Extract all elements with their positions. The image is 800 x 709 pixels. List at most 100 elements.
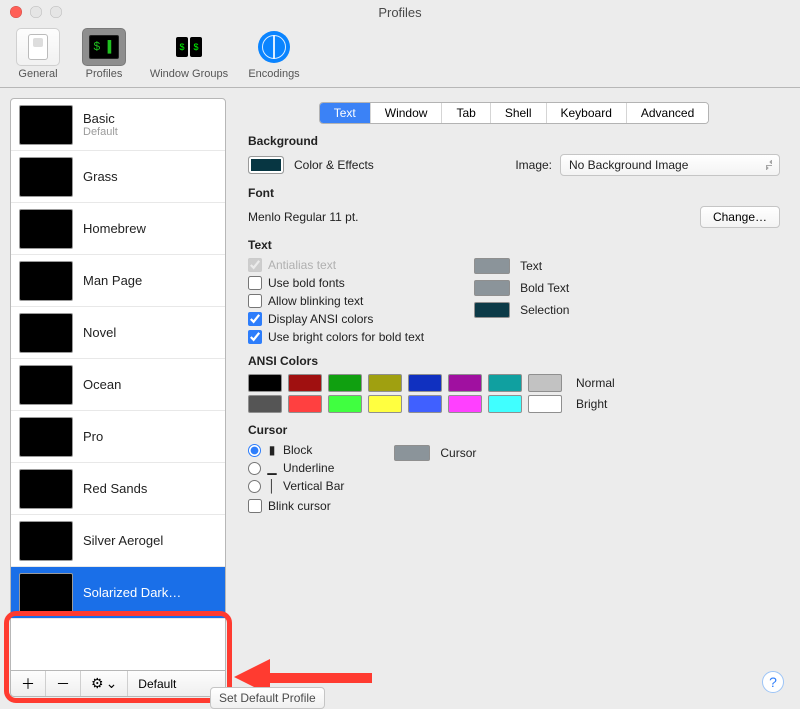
toolbar-item-label: Window Groups: [150, 68, 228, 80]
ansi-color-well[interactable]: [368, 395, 402, 413]
profile-name: Silver Aerogel: [83, 533, 163, 548]
profile-thumb: [19, 469, 73, 509]
selection-color-well[interactable]: [474, 302, 510, 318]
window-title: Profiles: [0, 5, 800, 20]
cursor-option-vbar[interactable]: │Vertical Bar: [248, 479, 344, 493]
radio-label: Block: [283, 443, 312, 457]
toolbar-item-profiles[interactable]: $ ▌ Profiles: [74, 28, 134, 80]
profile-item[interactable]: BasicDefault: [11, 99, 225, 151]
ansi-color-well[interactable]: [328, 395, 362, 413]
profile-sub: Default: [83, 126, 118, 138]
ansi-color-well[interactable]: [368, 374, 402, 392]
profile-item[interactable]: Silver Aerogel: [11, 515, 225, 567]
ansi-normal-row: Normal: [248, 374, 780, 392]
cursor-radios: ▮Block ▁ Underline │Vertical Bar: [248, 443, 344, 493]
profile-item[interactable]: Pro: [11, 411, 225, 463]
background-color-well[interactable]: [248, 156, 284, 174]
radio-label: Underline: [283, 461, 334, 475]
ansi-color-well[interactable]: [488, 395, 522, 413]
profile-list-toolbar: ＋ － ⚙︎ ⌄ Default: [10, 671, 226, 697]
chk-bold[interactable]: Use bold fonts: [248, 276, 424, 290]
checkbox[interactable]: [248, 330, 262, 344]
ansi-color-well[interactable]: [248, 374, 282, 392]
swatch-label: Selection: [520, 303, 569, 317]
chk-blinking[interactable]: Allow blinking text: [248, 294, 424, 308]
window-groups-icon: $$: [176, 37, 202, 57]
chk-blink-cursor[interactable]: Blink cursor: [248, 499, 780, 513]
toolbar-item-encodings[interactable]: Encodings: [244, 28, 304, 80]
radio[interactable]: [248, 462, 261, 475]
ansi-color-well[interactable]: [448, 395, 482, 413]
ansi-color-well[interactable]: [288, 374, 322, 392]
cursor-glyph-icon: ▁: [267, 461, 277, 475]
ansi-color-well[interactable]: [408, 374, 442, 392]
profile-item[interactable]: Red Sands: [11, 463, 225, 515]
tab-tab[interactable]: Tab: [442, 103, 490, 123]
ansi-color-well[interactable]: [248, 395, 282, 413]
checkbox[interactable]: [248, 276, 262, 290]
profile-list[interactable]: BasicDefault Grass Homebrew Man Page Novel Oc…: [10, 98, 226, 671]
chk-bright-bold[interactable]: Use bright colors for bold text: [248, 330, 424, 344]
ansi-color-well[interactable]: [528, 374, 562, 392]
profile-item[interactable]: Man Page: [11, 255, 225, 307]
profiles-sidebar: BasicDefault Grass Homebrew Man Page Novel Oc…: [10, 98, 226, 697]
profile-name: Red Sands: [83, 481, 147, 496]
tab-shell[interactable]: Shell: [491, 103, 547, 123]
ansi-color-well[interactable]: [488, 374, 522, 392]
radio[interactable]: [248, 480, 261, 493]
checkbox[interactable]: [248, 499, 262, 513]
text-color-well[interactable]: [474, 258, 510, 274]
ansi-color-well[interactable]: [288, 395, 322, 413]
profile-item[interactable]: Novel: [11, 307, 225, 359]
image-label: Image:: [515, 158, 552, 172]
toolbar-item-window-groups[interactable]: $$ Window Groups: [140, 28, 238, 80]
remove-profile-button[interactable]: －: [46, 671, 81, 696]
tab-text[interactable]: Text: [320, 103, 371, 123]
profile-thumb: [19, 157, 73, 197]
profile-thumb: [19, 105, 73, 145]
section-font: Font: [248, 186, 780, 200]
cursor-option-underline[interactable]: ▁ Underline: [248, 461, 344, 475]
bold-text-color-well[interactable]: [474, 280, 510, 296]
add-profile-button[interactable]: ＋: [11, 671, 46, 696]
radio[interactable]: [248, 444, 261, 457]
checkbox-label: Blink cursor: [268, 499, 331, 513]
toolbar-item-general[interactable]: General: [8, 28, 68, 80]
profile-item[interactable]: Grass: [11, 151, 225, 203]
profile-item[interactable]: Ocean: [11, 359, 225, 411]
ansi-color-well[interactable]: [448, 374, 482, 392]
profile-thumb: [19, 261, 73, 301]
checkbox-label: Use bold fonts: [268, 276, 345, 290]
checkbox[interactable]: [248, 294, 262, 308]
ansi-row-label: Normal: [576, 376, 615, 390]
set-default-profile-button[interactable]: Set Default Profile: [210, 687, 325, 709]
profile-name: Basic: [83, 111, 118, 126]
cursor-option-block[interactable]: ▮Block: [248, 443, 344, 457]
help-icon: ?: [769, 674, 777, 690]
cursor-color-well[interactable]: [394, 445, 430, 461]
help-button[interactable]: ?: [762, 671, 784, 693]
section-cursor: Cursor: [248, 423, 780, 437]
font-description: Menlo Regular 11 pt.: [248, 210, 359, 224]
profile-item[interactable]: Homebrew: [11, 203, 225, 255]
profile-name: Grass: [83, 169, 118, 184]
checkbox-label: Display ANSI colors: [268, 312, 373, 326]
checkbox-label: Use bright colors for bold text: [268, 330, 424, 344]
tab-keyboard[interactable]: Keyboard: [547, 103, 627, 123]
checkbox[interactable]: [248, 312, 262, 326]
profile-name: Novel: [83, 325, 116, 340]
background-image-popup[interactable]: No Background Image: [560, 154, 780, 176]
profile-actions-menu[interactable]: ⚙︎ ⌄: [81, 671, 128, 696]
toolbar-item-label: Profiles: [86, 68, 123, 80]
ansi-color-well[interactable]: [408, 395, 442, 413]
tab-window[interactable]: Window: [371, 103, 443, 123]
change-font-button[interactable]: Change…: [700, 206, 780, 228]
ansi-color-well[interactable]: [528, 395, 562, 413]
chk-ansi[interactable]: Display ANSI colors: [248, 312, 424, 326]
profile-name: Man Page: [83, 273, 142, 288]
radio-label: Vertical Bar: [283, 479, 344, 493]
terminal-icon: $ ▌: [89, 35, 119, 59]
ansi-color-well[interactable]: [328, 374, 362, 392]
profile-item[interactable]: Solarized Dark…: [11, 567, 225, 619]
tab-advanced[interactable]: Advanced: [627, 103, 708, 123]
